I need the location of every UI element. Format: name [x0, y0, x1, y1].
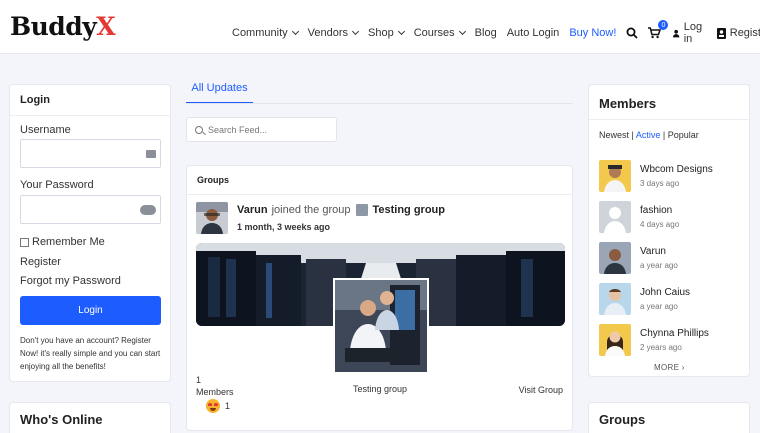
reaction-count: 1 [225, 401, 231, 411]
visit-group-link[interactable]: Visit Group [519, 385, 563, 395]
chevron-down-icon [458, 27, 466, 36]
nav-buy-now[interactable]: Buy Now! [569, 27, 616, 39]
nav-auto-login[interactable]: Auto Login [507, 27, 560, 39]
whos-online-title: Who's Online [20, 412, 103, 427]
cart-count-badge: 0 [658, 20, 669, 30]
activity-group-link[interactable]: Testing group [372, 204, 445, 216]
register-link[interactable]: Register [716, 27, 760, 39]
list-item[interactable]: Chynna Phillips 2 years ago [599, 324, 747, 356]
member-time: 3 days ago [640, 179, 680, 188]
password-label: Your Password [20, 179, 94, 191]
member-time: 2 years ago [640, 343, 682, 352]
chevron-down-icon [351, 27, 360, 36]
username-input[interactable] [20, 139, 161, 168]
chevron-down-icon [291, 27, 299, 36]
whos-online-widget: Who's Online [9, 402, 171, 433]
chevron-down-icon [397, 27, 405, 36]
login-link[interactable]: Log in [673, 21, 704, 45]
search-icon[interactable] [626, 27, 639, 39]
group-thumbnail [356, 204, 369, 216]
avatar[interactable] [599, 242, 631, 274]
nav-courses[interactable]: Courses [414, 27, 466, 39]
remember-me[interactable]: Remember Me [20, 236, 105, 248]
avatar[interactable] [196, 202, 228, 234]
heart-eyes-emoji-icon [206, 399, 220, 413]
forgot-password-link[interactable]: Forgot my Password [20, 275, 121, 287]
activity-card-title: Groups [187, 166, 572, 195]
member-name[interactable]: Chynna Phillips [640, 328, 709, 339]
tab-divider [186, 103, 573, 104]
member-count: 1 [196, 375, 202, 385]
members-filter: Newest | Active | Popular [599, 130, 699, 140]
activity-card: Groups Varun joined the group Testing gr… [186, 165, 573, 431]
member-name[interactable]: John Caius [640, 287, 690, 298]
activity-text: Varun joined the group Testing group [237, 204, 445, 216]
avatar[interactable] [599, 324, 631, 356]
filter-newest[interactable]: Newest [599, 130, 629, 140]
reaction-summary[interactable]: 1 [206, 399, 230, 413]
search-feed-input[interactable] [208, 124, 328, 135]
members-widget-title: Members [589, 85, 749, 120]
nav-blog[interactable]: Blog [475, 27, 497, 39]
login-note: Don't you have an account? Register Now!… [20, 336, 161, 371]
login-widget-title: Login [10, 85, 170, 116]
site-logo[interactable]: BuddyX [10, 12, 116, 41]
group-avatar-image[interactable] [333, 278, 429, 374]
id-card-icon [716, 27, 726, 39]
login-button[interactable]: Login [20, 296, 161, 325]
search-icon [195, 125, 203, 134]
nav-community[interactable]: Community [232, 27, 299, 39]
chevron-right-icon: › [681, 363, 685, 372]
login-widget: Login Username Your Password Remember Me… [9, 84, 171, 382]
site-header: BuddyX Community Vendors Shop Courses Bl… [0, 0, 760, 54]
list-item[interactable]: fashion 4 days ago [599, 201, 747, 233]
group-name[interactable]: Testing group [353, 384, 407, 394]
user-icon [673, 29, 680, 37]
username-label: Username [20, 124, 71, 136]
keyboard-icon [146, 150, 156, 158]
activity-user-link[interactable]: Varun [237, 204, 268, 216]
member-name[interactable]: Wbcom Designs [640, 164, 713, 175]
groups-widget-title: Groups [599, 412, 646, 427]
activity-time: 1 month, 3 weeks ago [237, 222, 331, 232]
list-item[interactable]: Varun a year ago [599, 242, 747, 274]
show-password-icon[interactable] [140, 205, 156, 215]
filter-popular[interactable]: Popular [668, 130, 699, 140]
members-widget: Members Newest | Active | Popular Wbcom … [588, 84, 750, 377]
remember-checkbox[interactable] [20, 237, 29, 247]
register-link-widget[interactable]: Register [20, 256, 61, 268]
member-time: a year ago [640, 302, 678, 311]
filter-active[interactable]: Active [636, 130, 661, 140]
main-nav: Community Vendors Shop Courses Blog Auto… [232, 20, 760, 45]
members-label: Members [196, 387, 234, 397]
search-feed[interactable] [186, 117, 337, 142]
list-item[interactable]: John Caius a year ago [599, 283, 747, 315]
member-time: a year ago [640, 261, 678, 270]
tab-all-updates[interactable]: All Updates [186, 82, 253, 104]
avatar[interactable] [599, 160, 631, 192]
cart-icon[interactable]: 0 [648, 20, 669, 39]
avatar[interactable] [599, 283, 631, 315]
password-input[interactable] [20, 195, 161, 224]
list-item[interactable]: Wbcom Designs 3 days ago [599, 160, 747, 192]
groups-widget: Groups [588, 402, 750, 433]
member-time: 4 days ago [640, 220, 680, 229]
members-more-link[interactable]: MORE › [654, 363, 685, 372]
nav-vendors[interactable]: Vendors [308, 27, 360, 39]
member-name[interactable]: Varun [640, 246, 666, 257]
member-name[interactable]: fashion [640, 205, 672, 216]
avatar[interactable] [599, 201, 631, 233]
nav-shop[interactable]: Shop [368, 27, 405, 39]
